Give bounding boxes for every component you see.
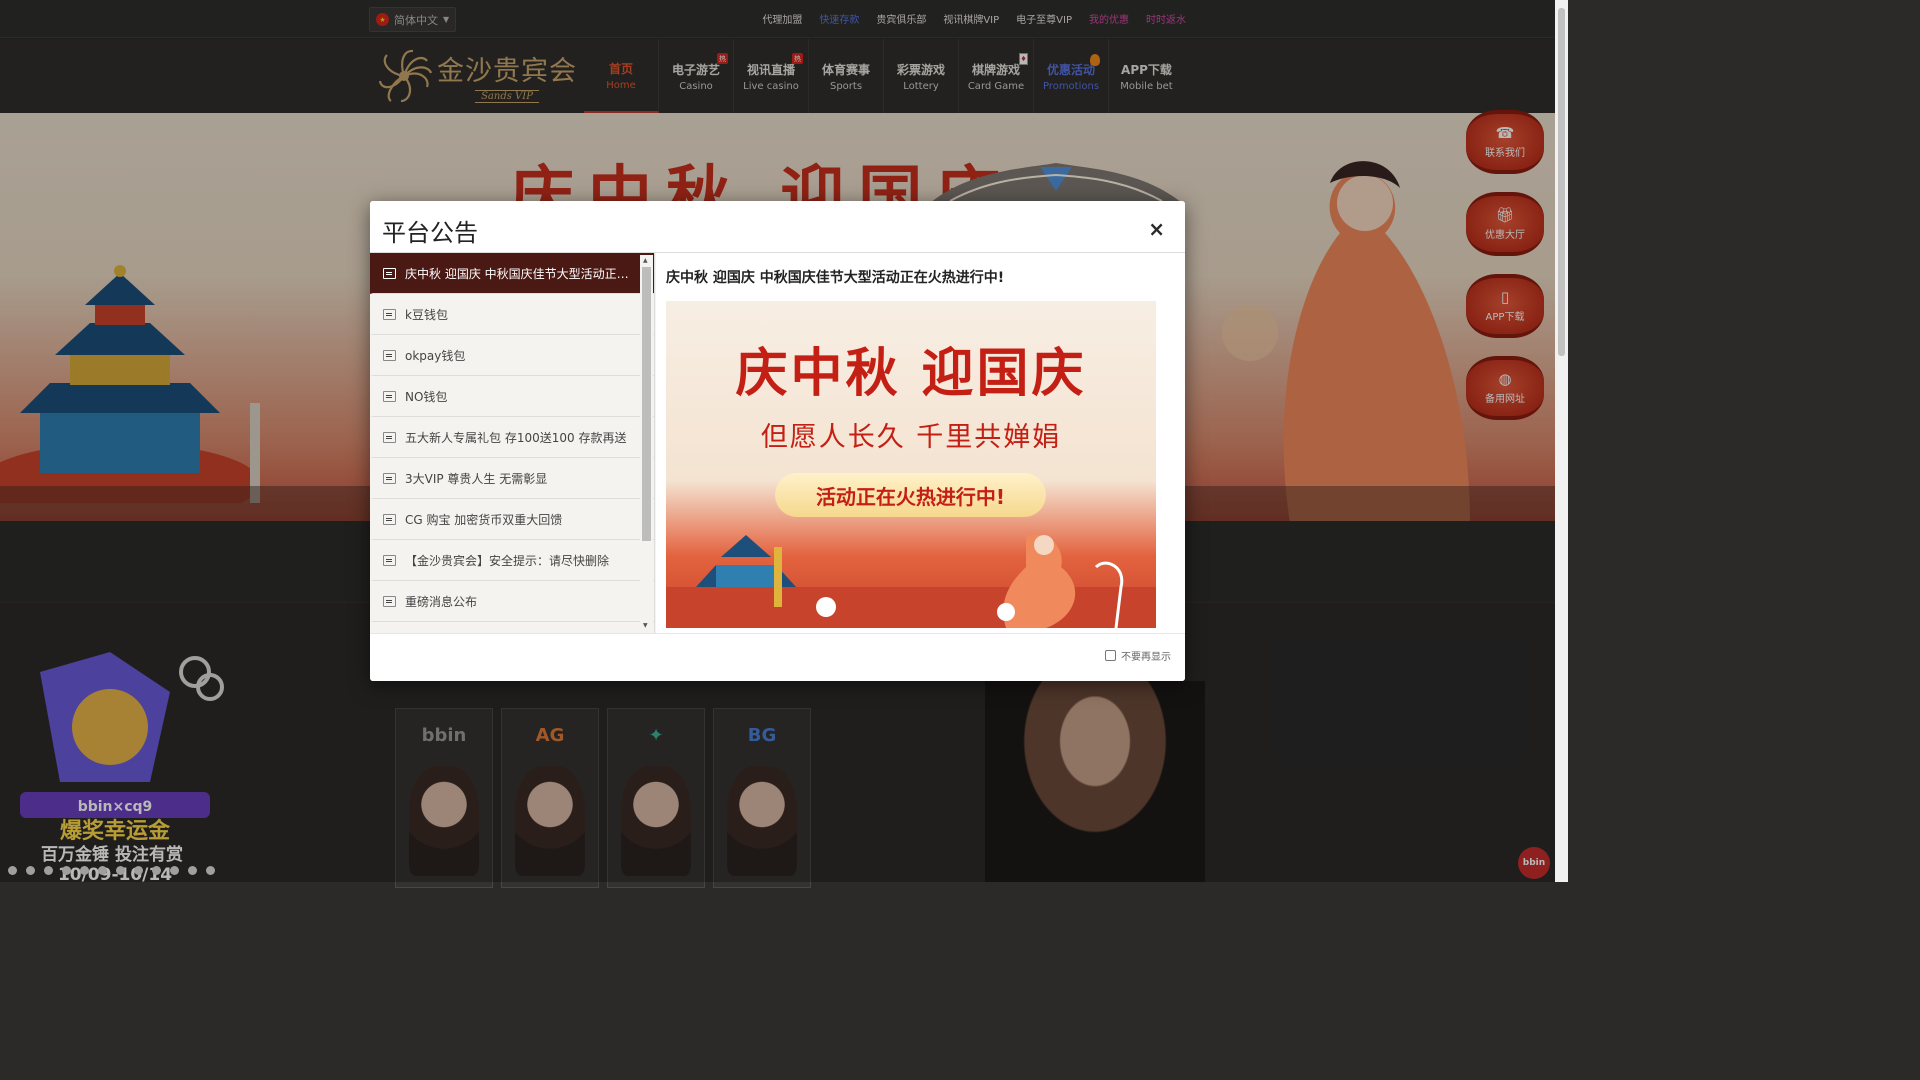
message-icon [383,349,396,361]
announcement-label: CG 购宝 加密货币双重大回馈 [405,512,563,527]
dont-show-again[interactable]: 不要再显示 [1105,648,1171,663]
message-icon [383,472,396,484]
announcement-item[interactable]: 重磅消息公布 [370,581,654,622]
announcement-content: 庆中秋 迎国庆 中秋国庆佳节大型活动正在火热进行中! 庆中秋 迎国庆 但愿人长久… [656,253,1185,633]
message-icon [383,513,396,525]
dont-show-checkbox[interactable] [1105,650,1116,661]
announcement-item[interactable]: okpay钱包 [370,335,654,376]
festival-scene [666,534,1156,628]
scroll-down-icon[interactable]: ▼ [643,622,648,629]
message-icon [383,308,396,320]
close-icon[interactable]: × [1148,217,1165,241]
modal-footer: 不要再显示 [370,633,1185,681]
announcement-label: 重磅消息公布 [405,594,478,609]
announcement-item[interactable]: k豆钱包 [370,294,654,335]
image-subtitle: 但愿人长久 千里共婵娟 [760,422,1062,453]
announcement-label: 庆中秋 迎国庆 中秋国庆佳节大型活动正在火热进行中! [405,266,633,281]
announcement-item[interactable]: NO钱包 [370,376,654,417]
message-icon [383,554,396,566]
announcement-label: k豆钱包 [405,307,448,322]
announcement-modal: 平台公告 × 庆中秋 迎国庆 中秋国庆佳节大型活动正在火热进行中! k豆钱包 okp… [370,201,1185,681]
announcement-item[interactable]: CG 购宝 加密货币双重大回馈 [370,499,654,540]
announcement-label: okpay钱包 [405,348,466,363]
modal-title: 平台公告 [382,219,478,247]
announcement-image: 庆中秋 迎国庆 但愿人长久 千里共婵娟 活动正在火热进行中! [666,301,1156,628]
modal-header: 平台公告 × [370,201,1185,253]
modal-ornament [930,163,1182,203]
message-icon [383,595,396,607]
content-heading: 庆中秋 迎国庆 中秋国庆佳节大型活动正在火热进行中! [666,270,1005,286]
announcement-label: 五大新人专属礼包 存100送100 存款再送 [405,430,627,445]
scrollbar-thumb[interactable] [642,267,651,541]
announcement-label: 3大VIP 尊贵人生 无需彰显 [405,471,548,486]
image-title: 庆中秋 迎国庆 [735,343,1087,404]
announcement-item[interactable]: 3大VIP 尊贵人生 无需彰显 [370,458,654,499]
announcement-item[interactable]: 五大新人专属礼包 存100送100 存款再送 [370,417,654,458]
page-scrollbar-thumb[interactable] [1558,8,1565,356]
announcement-list: 庆中秋 迎国庆 中秋国庆佳节大型活动正在火热进行中! k豆钱包 okpay钱包 NO钱… [370,253,655,633]
page-scrollbar[interactable] [1555,0,1568,882]
message-icon [383,390,396,402]
announcement-item[interactable]: 【金沙贵宾会】安全提示：请尽快删除 [370,540,654,581]
announcement-label: NO钱包 [405,389,448,404]
message-icon [383,267,396,279]
dont-show-label: 不要再显示 [1121,652,1171,663]
announcement-label: 【金沙贵宾会】安全提示：请尽快删除 [405,553,610,568]
announcement-item[interactable]: 庆中秋 迎国庆 中秋国庆佳节大型活动正在火热进行中! [370,253,654,294]
scroll-up-icon[interactable]: ▲ [643,257,648,264]
list-scrollbar[interactable]: ▲ ▼ [640,255,653,631]
image-pill: 活动正在火热进行中! [775,473,1046,517]
message-icon [383,431,396,443]
